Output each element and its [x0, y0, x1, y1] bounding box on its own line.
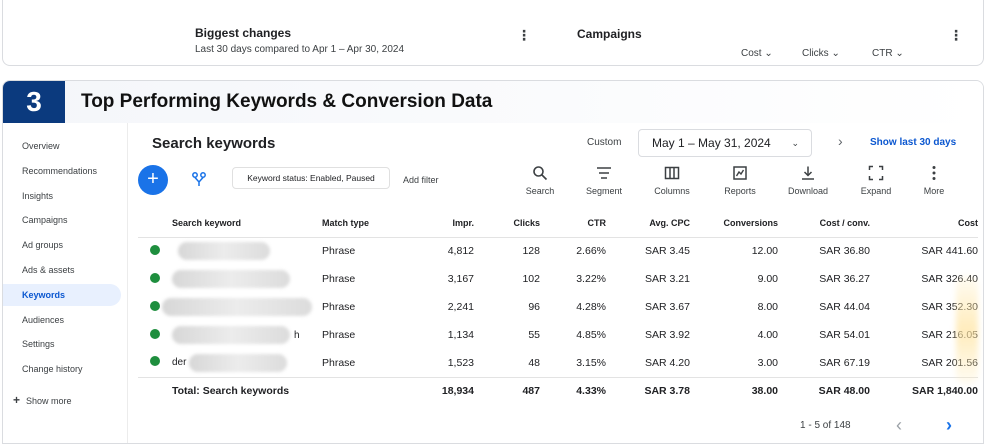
redacted-keyword: [189, 353, 288, 372]
redacted-keyword: [172, 326, 290, 344]
sidebar-item-campaigns[interactable]: Campaigns: [3, 209, 121, 231]
more-vert-icon[interactable]: ⋮: [517, 28, 531, 42]
column-header-conversions[interactable]: Conversions: [690, 209, 778, 238]
table-row[interactable]: Phrase 3,167 102 3.22% SAR 3.21 9.00 SAR…: [138, 265, 978, 293]
table-row[interactable]: der Phrase 1,523 48 3.15% SAR 4.20 3.00 …: [138, 349, 978, 377]
sidebar-item-ads-assets[interactable]: Ads & assets: [3, 259, 121, 281]
add-filter-button[interactable]: Add filter: [403, 175, 439, 185]
sidebar-item-keywords[interactable]: Keywords: [3, 284, 121, 306]
chevron-right-icon[interactable]: ›: [838, 133, 843, 149]
keyword-status-filter-chip[interactable]: Keyword status: Enabled, Paused: [232, 167, 390, 189]
table-total-row: Total: Search keywords 18,934 487 4.33% …: [138, 376, 978, 405]
status-enabled-dot: [150, 300, 160, 311]
filter-icon[interactable]: [191, 171, 207, 187]
section-number-badge: 3: [3, 81, 65, 123]
expand-icon: [868, 165, 884, 181]
section-header: 3 Top Performing Keywords & Conversion D…: [3, 81, 983, 123]
more-vert-icon: [932, 166, 936, 180]
download-tool-button[interactable]: Download: [778, 165, 838, 196]
date-range-picker[interactable]: May 1 – May 31, 2024 ⌄: [638, 129, 812, 157]
status-enabled-dot: [150, 244, 160, 255]
sidebar-item-change-history[interactable]: Change history: [3, 358, 121, 380]
search-tool-button[interactable]: Search: [510, 165, 570, 196]
campaigns-title: Campaigns: [577, 27, 642, 41]
add-keyword-button[interactable]: +: [138, 165, 168, 195]
date-mode-label: Custom: [587, 137, 622, 148]
table-row[interactable]: h Phrase 1,134 55 4.85% SAR 3.92 4.00 SA…: [138, 321, 978, 349]
table-row[interactable]: Phrase 4,812 128 2.66% SAR 3.45 12.00 SA…: [138, 237, 978, 265]
image-artifact: [956, 275, 978, 385]
keywords-card: 3 Top Performing Keywords & Conversion D…: [2, 80, 984, 444]
column-header-keyword[interactable]: Search keyword: [172, 209, 322, 238]
sidebar-item-recommendations[interactable]: Recommendations: [3, 160, 121, 182]
keywords-table: Search keyword Match type Impr. Clicks C…: [138, 209, 978, 405]
sidebar-item-ad-groups[interactable]: Ad groups: [3, 234, 121, 256]
status-enabled-dot: [150, 356, 160, 367]
more-vert-icon[interactable]: ⋮: [949, 28, 963, 42]
metric-dropdown-clicks[interactable]: Clicks ⌄: [802, 48, 840, 59]
more-tool-button[interactable]: More: [904, 165, 964, 196]
plus-icon: +: [13, 393, 21, 407]
sidebar-nav: Overview Recommendations Insights Campai…: [3, 123, 127, 443]
search-icon: [533, 166, 548, 181]
column-header-match-type[interactable]: Match type: [322, 209, 402, 238]
metric-dropdown-cost[interactable]: Cost ⌄: [741, 48, 773, 59]
sidebar-item-settings[interactable]: Settings: [3, 333, 121, 355]
status-enabled-dot: [150, 328, 160, 339]
redacted-keyword: [172, 270, 290, 288]
status-enabled-dot: [150, 272, 160, 283]
column-header-ctr[interactable]: CTR: [540, 209, 606, 238]
reports-icon: [733, 166, 747, 180]
sidebar-item-audiences[interactable]: Audiences: [3, 309, 121, 331]
sidebar-item-insights[interactable]: Insights: [3, 185, 121, 207]
columns-icon: [664, 166, 680, 180]
redacted-keyword: [162, 298, 312, 316]
section-title: Top Performing Keywords & Conversion Dat…: [81, 91, 493, 112]
expand-tool-button[interactable]: Expand: [846, 165, 906, 196]
chevron-right-icon[interactable]: ›: [946, 415, 952, 436]
segment-icon: [597, 167, 611, 179]
table-header-row: Search keyword Match type Impr. Clicks C…: [138, 209, 978, 238]
segment-tool-button[interactable]: Segment: [574, 165, 634, 196]
reports-tool-button[interactable]: Reports: [710, 165, 770, 196]
keywords-content: Search keywords Custom May 1 – May 31, 2…: [127, 123, 983, 443]
column-header-avg-cpc[interactable]: Avg. CPC: [606, 209, 690, 238]
column-header-clicks[interactable]: Clicks: [474, 209, 540, 238]
sidebar-item-overview[interactable]: Overview: [3, 135, 121, 157]
column-header-cost[interactable]: Cost: [870, 209, 978, 238]
column-header-impr[interactable]: Impr.: [402, 209, 474, 238]
metric-dropdown-ctr[interactable]: CTR ⌄: [872, 48, 904, 59]
biggest-changes-subtitle: Last 30 days compared to Apr 1 – Apr 30,…: [195, 44, 405, 55]
summary-card: Biggest changes Last 30 days compared to…: [2, 0, 984, 66]
redacted-keyword: [178, 242, 270, 261]
chevron-left-icon[interactable]: ‹: [896, 415, 902, 436]
download-icon: [802, 166, 814, 180]
page-title: Search keywords: [152, 135, 276, 152]
show-last-30-days-link[interactable]: Show last 30 days: [870, 137, 956, 148]
biggest-changes-title: Biggest changes: [195, 26, 292, 40]
column-header-cost-per-conv[interactable]: Cost / conv.: [778, 209, 870, 238]
table-row[interactable]: Phrase 2,241 96 4.28% SAR 3.67 8.00 SAR …: [138, 293, 978, 321]
chevron-down-icon: ⌄: [791, 138, 799, 148]
show-more-button[interactable]: + Show more: [13, 393, 72, 407]
pagination-label: 1 - 5 of 148: [800, 420, 851, 431]
columns-tool-button[interactable]: Columns: [642, 165, 702, 196]
